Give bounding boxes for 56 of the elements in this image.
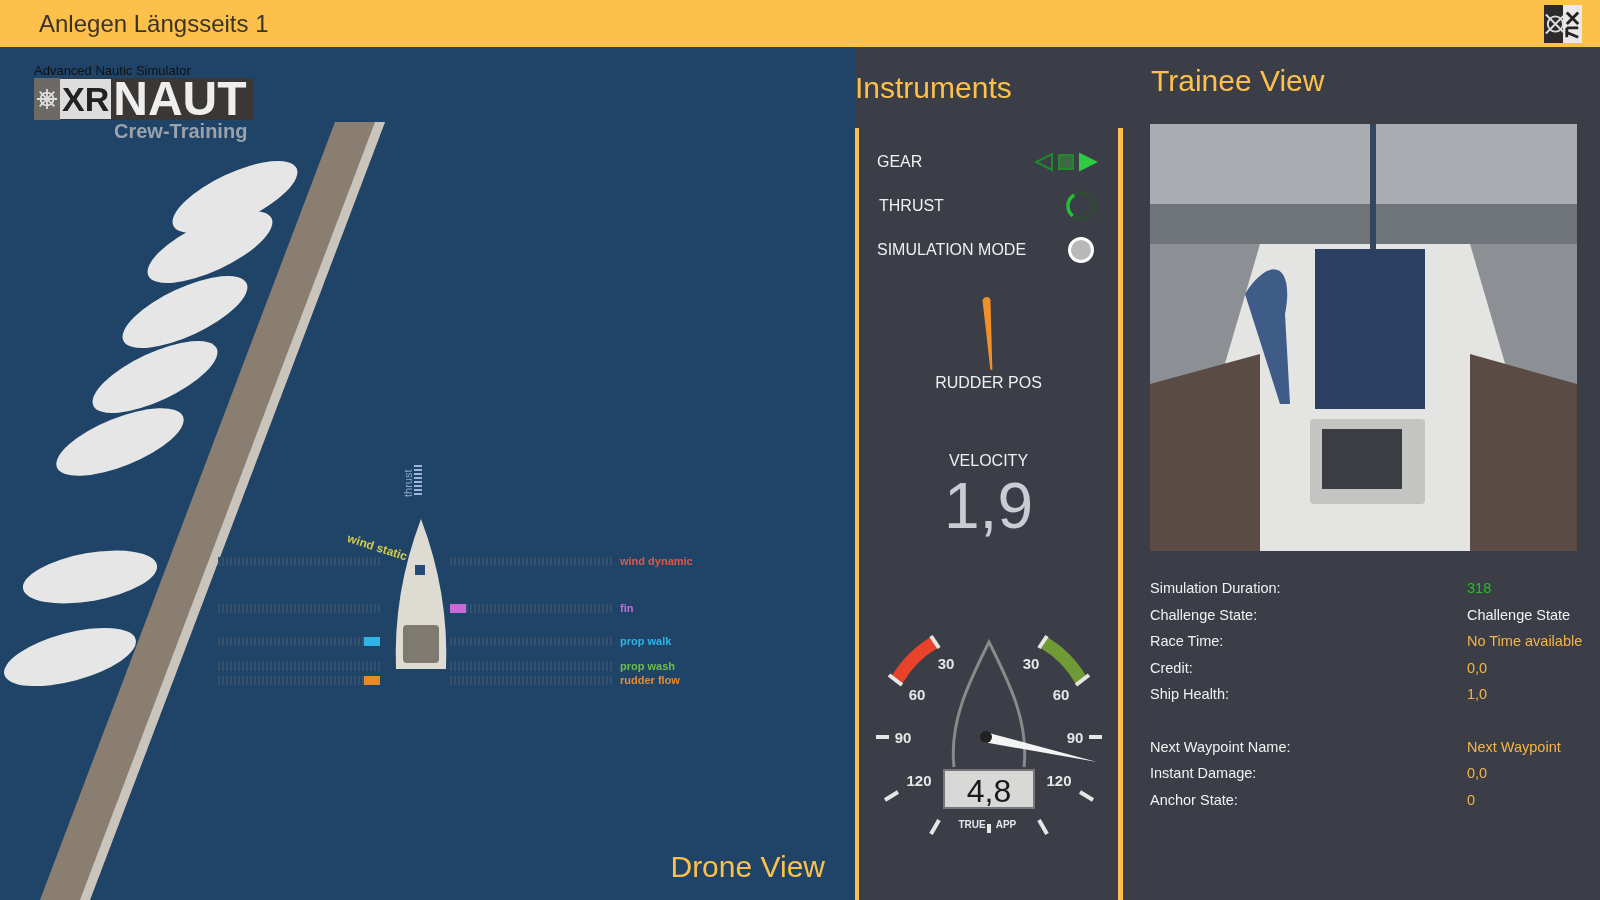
window-title: Anlegen Längsseits 1: [39, 9, 269, 38]
gear-right-triangle-icon[interactable]: [1078, 152, 1098, 172]
logo-icon: [1544, 4, 1582, 43]
force-label: fin: [620, 602, 634, 614]
stat-value: Challenge State: [1467, 606, 1572, 623]
gear-square-icon[interactable]: [1056, 152, 1076, 172]
thrust-label: THRUST: [879, 197, 944, 215]
scale-label: 120: [1046, 772, 1072, 789]
scale-label: 90: [894, 729, 912, 746]
logo-name: NAUT: [113, 78, 247, 120]
scale-label: 60: [1052, 686, 1070, 703]
helm-wheel-icon: [34, 78, 60, 120]
gear-label: GEAR: [877, 153, 923, 171]
logo-subtitle: Advanced Nautic Simulator: [34, 63, 191, 78]
stat-label: Race Time:: [1150, 633, 1225, 650]
mode-toggle[interactable]: [1068, 237, 1094, 263]
force-label: prop wash: [620, 660, 675, 672]
stat-value: 318: [1467, 580, 1493, 597]
stat-label: Ship Health:: [1150, 686, 1230, 703]
thrust-label: thrust: [402, 469, 414, 497]
stat-value: Next Waypoint: [1467, 738, 1562, 755]
stat-value: 0,0: [1467, 765, 1489, 782]
force-label: rudder flow: [620, 674, 680, 686]
scale-label: 120: [906, 772, 932, 789]
simulation-mode-label: SIMULATION MODE: [877, 241, 1027, 259]
stat-value: 0: [1467, 791, 1477, 808]
panel-title: Instruments: [855, 70, 1013, 106]
stat-label: Next Waypoint Name:: [1150, 738, 1292, 755]
thrust-gauge: [1064, 189, 1098, 223]
mode-label: TRUE: [958, 819, 986, 830]
gear-left-triangle-icon[interactable]: [1034, 152, 1054, 172]
stat-label: Simulation Duration:: [1150, 580, 1282, 597]
thrust-indicator: [414, 465, 422, 495]
rudder-position-label: RUDDER POS: [935, 374, 1042, 392]
scale-label: 30: [1022, 655, 1040, 672]
velocity-value: 1,9: [944, 470, 1033, 542]
wind-speed-value: 4,8: [966, 773, 1012, 809]
scale-label: 30: [937, 655, 955, 672]
panel-title: Trainee View: [1150, 63, 1326, 99]
velocity-label: VELOCITY: [948, 452, 1029, 470]
force-label: wind dynamic: [620, 555, 693, 567]
scale-label: 60: [908, 686, 926, 703]
force-label: prop walk: [620, 635, 672, 647]
stat-label: Challenge State:: [1150, 606, 1259, 623]
scale-label: 90: [1066, 729, 1084, 746]
stat-value: 0,0: [1467, 659, 1489, 676]
mode-label: APP: [995, 819, 1017, 830]
logo-tagline: Crew-Training: [114, 120, 248, 143]
logo-mark: XR: [60, 79, 112, 119]
stat-value: 1,0: [1467, 686, 1489, 703]
stat-label: Credit:: [1150, 659, 1194, 676]
stat-label: Anchor State:: [1150, 791, 1239, 808]
stat-value: No Time available: [1467, 633, 1584, 650]
wind-static-label: wind static: [345, 531, 409, 564]
stat-label: Instant Damage:: [1150, 765, 1258, 782]
view-title: Drone View: [670, 850, 825, 884]
